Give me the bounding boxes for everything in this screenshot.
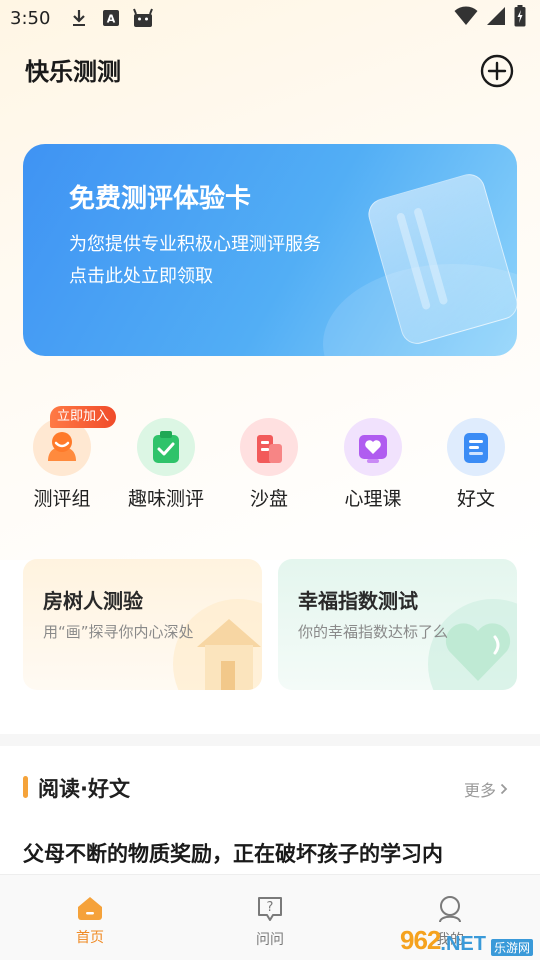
status-bar: 3:50 A	[0, 0, 540, 36]
clipboard-check-icon	[137, 418, 195, 476]
nav-label: 首页	[76, 930, 104, 946]
heart-tag-icon	[445, 623, 511, 681]
category-label: 测评组	[33, 488, 91, 510]
watermark-main: 962	[400, 925, 441, 955]
more-label: 更多	[464, 781, 497, 800]
nav-label: 问问	[256, 932, 284, 948]
banner-cta-text: 点击此处立即领取	[69, 266, 213, 287]
svg-text:A: A	[107, 13, 116, 26]
banner-title: 免费测评体验卡	[69, 184, 252, 214]
svg-text:?: ?	[267, 900, 274, 915]
plus-circle-icon	[480, 54, 514, 88]
nav-ask[interactable]: ? 问问	[230, 895, 310, 949]
category-label: 心理课	[344, 488, 402, 510]
htp-test-card[interactable]: 房树人测验 用“画”探寻你内心深处	[23, 559, 262, 690]
nav-home[interactable]: 首页	[50, 895, 130, 947]
section-title: 阅读·好文	[38, 777, 130, 801]
join-now-badge[interactable]: 立即加入	[50, 406, 117, 428]
test-card-title: 幸福指数测试	[298, 589, 418, 613]
free-trial-banner[interactable]: 免费测评体验卡 为您提供专业积极心理测评服务 点击此处立即领取	[23, 144, 517, 356]
home-icon	[78, 897, 102, 920]
more-link[interactable]: 更多	[464, 777, 508, 801]
happiness-test-card[interactable]: 幸福指数测试 你的幸福指数达标了么	[278, 559, 517, 690]
wifi-icon	[454, 6, 478, 30]
category-fun-test[interactable]: 趣味测评	[126, 418, 206, 518]
category-label: 沙盘	[249, 488, 288, 510]
text-a-icon: A	[100, 7, 122, 29]
download-icon	[68, 7, 90, 29]
site-watermark: 962 .NET 乐游网	[400, 908, 535, 956]
question-bubble-icon: ?	[258, 897, 282, 921]
category-label: 趣味测评	[127, 488, 204, 510]
category-label: 好文	[456, 488, 495, 510]
watermark-sub: 乐游网	[490, 939, 533, 956]
category-test-group[interactable]: 测评组	[22, 418, 102, 518]
buildings-icon	[240, 418, 298, 476]
heart-screen-icon	[344, 418, 402, 476]
watermark-net: .NET	[440, 933, 486, 955]
test-card-subtitle: 你的幸福指数达标了么	[298, 623, 449, 641]
status-time: 3:50	[10, 7, 51, 29]
section-accent-bar	[23, 776, 28, 798]
signal-icon	[486, 6, 506, 30]
category-psych-course[interactable]: 心理课	[333, 418, 413, 518]
document-icon	[447, 418, 505, 476]
app-title: 快乐测测	[25, 58, 121, 86]
house-icon	[197, 619, 261, 690]
android-icon	[132, 7, 154, 29]
section-divider	[0, 734, 540, 746]
category-articles[interactable]: 好文	[436, 418, 516, 518]
test-card-subtitle: 用“画”探寻你内心深处	[43, 623, 194, 641]
article-title[interactable]: 父母不断的物质奖励，正在破坏孩子的学习内	[23, 838, 523, 868]
chevron-right-icon	[500, 783, 508, 795]
category-sandbox[interactable]: 沙盘	[229, 418, 309, 518]
test-card-title: 房树人测验	[43, 589, 143, 613]
battery-charging-icon	[514, 5, 526, 31]
banner-subtitle: 为您提供专业积极心理测评服务	[69, 234, 321, 255]
add-button[interactable]	[480, 54, 514, 88]
